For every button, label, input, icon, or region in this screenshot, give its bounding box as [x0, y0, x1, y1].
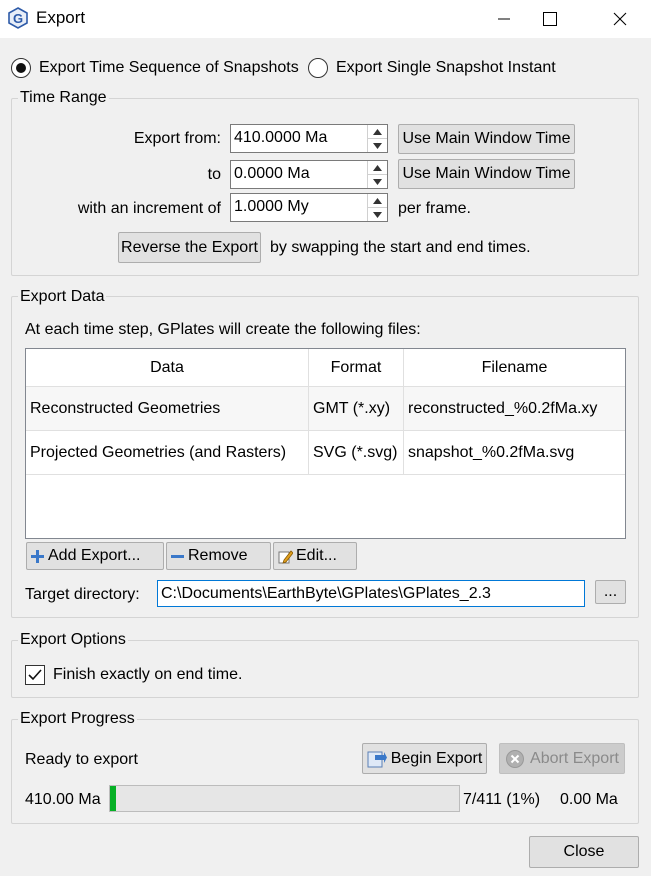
- export-to-value: 0.0000 Ma: [234, 165, 310, 182]
- progress-end-time: 0.00 Ma: [560, 791, 618, 808]
- progress-text: 7/411 (1%): [463, 791, 541, 808]
- time-range-title: Time Range: [18, 89, 109, 107]
- checkmark-icon: [28, 669, 42, 681]
- minimize-icon: [498, 18, 510, 20]
- column-header-filename[interactable]: Filename: [404, 349, 625, 387]
- spin-down-icon[interactable]: [368, 175, 387, 188]
- increment-value: 1.0000 My: [234, 198, 309, 215]
- edit-export-button[interactable]: Edit...: [273, 542, 357, 570]
- increment-label: with an increment of: [77, 200, 221, 217]
- maximize-icon: [543, 12, 557, 26]
- export-sequence-radio[interactable]: Export Time Sequence of Snapshots: [11, 58, 299, 78]
- reverse-export-button[interactable]: Reverse the Export: [118, 232, 261, 263]
- export-data-description: At each time step, GPlates will create t…: [25, 321, 421, 338]
- column-header-data[interactable]: Data: [26, 349, 309, 387]
- export-data-title: Export Data: [18, 288, 107, 306]
- close-icon: [613, 12, 627, 26]
- export-from-spinbox[interactable]: 410.0000 Ma: [230, 124, 388, 153]
- export-status: Ready to export: [25, 751, 138, 768]
- radio-unchecked-icon: [308, 58, 328, 78]
- export-options-title: Export Options: [18, 631, 128, 649]
- table-cell-format[interactable]: GMT (*.xy): [309, 387, 404, 431]
- close-button[interactable]: Close: [529, 836, 639, 868]
- remove-label: Remove: [188, 547, 248, 564]
- table-cell-data[interactable]: Reconstructed Geometries: [26, 387, 309, 431]
- spin-up-icon[interactable]: [368, 125, 387, 139]
- browse-directory-button[interactable]: ...: [595, 580, 626, 604]
- progress-fill: [110, 786, 116, 811]
- begin-export-button[interactable]: Begin Export: [362, 743, 487, 774]
- plus-icon: [31, 549, 44, 563]
- edit-icon: [278, 549, 293, 564]
- window-title: Export: [36, 8, 86, 27]
- increment-spinbox[interactable]: 1.0000 My: [230, 193, 388, 222]
- export-single-label: Export Single Snapshot Instant: [336, 59, 556, 76]
- add-export-label: Add Export...: [48, 547, 141, 564]
- use-main-window-time-from-button[interactable]: Use Main Window Time: [398, 124, 575, 154]
- abort-export-button[interactable]: Abort Export: [499, 743, 625, 774]
- begin-export-label: Begin Export: [390, 749, 483, 767]
- table-cell-data[interactable]: Projected Geometries (and Rasters): [26, 431, 309, 475]
- spin-up-icon[interactable]: [368, 161, 387, 175]
- export-progress-title: Export Progress: [18, 710, 137, 728]
- spin-down-icon[interactable]: [368, 208, 387, 221]
- reverse-description: by swapping the start and end times.: [270, 239, 531, 256]
- per-frame-label: per frame.: [398, 200, 471, 217]
- export-from-label: Export from:: [133, 130, 221, 147]
- export-table[interactable]: Data Format Filename Reconstructed Geome…: [25, 348, 626, 539]
- maximize-button[interactable]: [527, 0, 573, 38]
- export-to-spinbox[interactable]: 0.0000 Ma: [230, 160, 388, 189]
- use-main-window-time-to-button[interactable]: Use Main Window Time: [398, 159, 575, 189]
- table-cell-filename[interactable]: snapshot_%0.2fMa.svg: [404, 431, 625, 475]
- add-export-button[interactable]: Add Export...: [26, 542, 164, 570]
- progress-start-time: 410.00 Ma: [25, 791, 101, 808]
- abort-export-label: Abort Export: [530, 749, 619, 767]
- export-sequence-label: Export Time Sequence of Snapshots: [39, 59, 299, 76]
- target-directory-label: Target directory:: [25, 586, 140, 603]
- finish-on-end-time-checkbox[interactable]: [25, 665, 45, 685]
- spin-up-icon[interactable]: [368, 194, 387, 208]
- export-progress-bar: [109, 785, 460, 812]
- abort-icon: [506, 749, 525, 768]
- minus-icon: [171, 554, 184, 558]
- target-directory-input[interactable]: C:\Documents\EarthByte\GPlates\GPlates_2…: [157, 580, 585, 607]
- close-window-button[interactable]: [597, 0, 643, 38]
- table-cell-format[interactable]: SVG (*.svg): [309, 431, 404, 475]
- export-single-radio[interactable]: Export Single Snapshot Instant: [308, 58, 556, 78]
- table-cell-filename[interactable]: reconstructed_%0.2fMa.xy: [404, 387, 625, 431]
- export-from-value: 410.0000 Ma: [234, 129, 328, 146]
- edit-label: Edit...: [296, 547, 337, 564]
- to-label: to: [207, 166, 221, 183]
- spin-down-icon[interactable]: [368, 139, 387, 152]
- gplates-g-icon: G: [7, 7, 29, 29]
- finish-on-end-time-label: Finish exactly on end time.: [53, 666, 243, 683]
- column-header-format[interactable]: Format: [309, 349, 404, 387]
- remove-export-button[interactable]: Remove: [166, 542, 271, 570]
- svg-text:G: G: [13, 11, 23, 26]
- radio-checked-icon: [11, 58, 31, 78]
- minimize-button[interactable]: [481, 0, 527, 38]
- export-icon: [367, 751, 387, 767]
